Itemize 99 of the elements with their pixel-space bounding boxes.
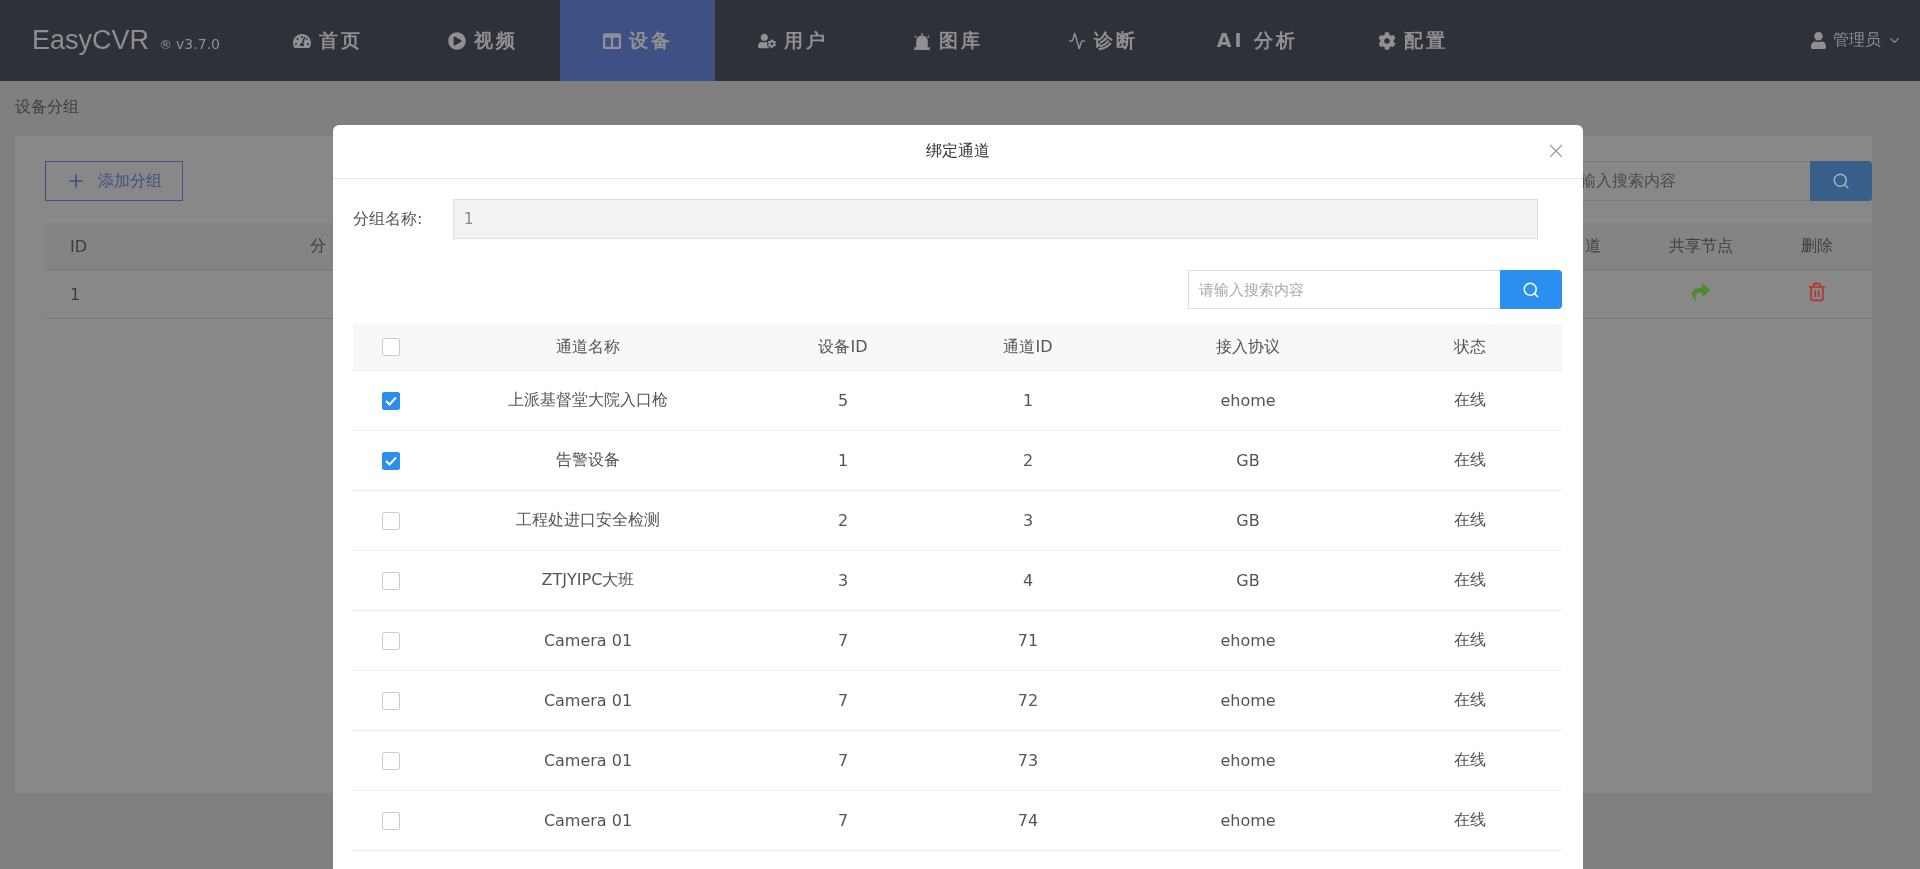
table-cell: 73 <box>1017 751 1039 770</box>
version-label: v3.7.0 <box>176 36 220 52</box>
nav-tab-label: 设备 <box>628 27 673 53</box>
table-cell: GB <box>1236 451 1260 470</box>
column-header: 通道ID <box>1003 336 1053 358</box>
table-cell: 在线 <box>1454 630 1486 651</box>
table-cell: 工程处进口安全检测 <box>516 510 660 531</box>
pulse-icon <box>1067 31 1086 50</box>
table-cell: 71 <box>1017 631 1039 650</box>
nav-tab-label: AI 分析 <box>1216 27 1299 53</box>
table-cell: Camera 01 <box>543 631 633 650</box>
table-cell: 4 <box>1022 571 1034 590</box>
logo: EasyCVR <box>32 25 150 56</box>
search-button[interactable] <box>1500 270 1562 309</box>
column-header: 分 <box>310 235 326 257</box>
table-cell: 7 <box>837 751 849 770</box>
search-button[interactable] <box>1810 161 1872 201</box>
table-cell: 在线 <box>1454 510 1486 531</box>
row-checkbox[interactable] <box>381 511 400 530</box>
table-cell: 在线 <box>1454 750 1486 771</box>
add-group-button[interactable]: 添加分组 <box>45 161 183 201</box>
row-checkbox[interactable] <box>381 691 400 710</box>
table-cell: ZTJYIPC大班 <box>541 570 635 591</box>
nav-tab[interactable]: 诊断 <box>1025 0 1180 81</box>
column-header: 道 <box>1584 235 1601 257</box>
search-field[interactable]: 请输入搜索内容 <box>1188 270 1500 309</box>
table-cell: 5 <box>837 391 849 410</box>
row-checkbox[interactable] <box>381 571 400 590</box>
table-cell: ehome <box>1220 751 1276 770</box>
nav-tab-label: 图库 <box>938 27 983 53</box>
alarm-light-icon <box>912 31 931 50</box>
table-cell: 74 <box>1017 811 1039 830</box>
user-menu[interactable]: 管理员 <box>1833 30 1881 51</box>
table-cell: 在线 <box>1454 570 1486 591</box>
table-cell: 告警设备 <box>556 450 620 471</box>
play-icon <box>447 31 466 50</box>
field-label: 分组名称: <box>353 208 424 230</box>
nav-tab[interactable]: AI 分析 <box>1180 0 1335 81</box>
nav-tab-label: 配置 <box>1403 27 1448 53</box>
user-gear-icon <box>757 31 776 50</box>
column-header: 共享节点 <box>1669 235 1733 257</box>
table-cell: GB <box>1236 571 1260 590</box>
search-icon <box>1832 172 1850 190</box>
table-cell: 1 <box>837 451 849 470</box>
row-checkbox[interactable] <box>381 451 400 470</box>
registered-mark: ® <box>159 37 173 52</box>
table-cell: GB <box>1236 511 1260 530</box>
table-cell: ehome <box>1220 391 1276 410</box>
nav-tab[interactable]: 用户 <box>715 0 870 81</box>
row-checkbox[interactable] <box>381 631 400 650</box>
column-header: 通道名称 <box>556 336 620 358</box>
trash-icon[interactable] <box>1807 282 1827 302</box>
table-cell: ehome <box>1220 811 1276 830</box>
table-cell: 在线 <box>1454 450 1486 471</box>
table-cell: 2 <box>1022 451 1034 470</box>
table-cell: 7 <box>837 691 849 710</box>
nav-tab[interactable]: 视频 <box>405 0 560 81</box>
row-checkbox[interactable] <box>381 811 400 830</box>
table-cell: ehome <box>1220 691 1276 710</box>
nav-tab[interactable]: 首页 <box>250 0 405 81</box>
table-cell: Camera 01 <box>543 691 633 710</box>
columns-icon <box>602 31 621 50</box>
dialog-title: 绑定通道 <box>926 141 990 162</box>
table-cell-text: 1 <box>69 284 81 304</box>
share-icon[interactable] <box>1692 283 1710 301</box>
column-header: 状态 <box>1454 336 1486 358</box>
table-cell: 3 <box>1022 511 1034 530</box>
breadcrumb: 设备分组 <box>15 97 79 116</box>
table-cell: 上派基督堂大院入口枪 <box>508 390 668 411</box>
table-cell: Camera 01 <box>543 751 633 770</box>
nav-tab[interactable]: 设备 <box>560 0 715 81</box>
column-header: 接入协议 <box>1216 336 1280 358</box>
table-cell: 1 <box>1022 391 1034 410</box>
nav-tab-label: 用户 <box>783 27 828 53</box>
nav-tab-label: 诊断 <box>1093 27 1138 53</box>
column-header: 删除 <box>1801 235 1833 257</box>
table-cell: 在线 <box>1454 810 1486 831</box>
column-header: ID <box>69 236 88 256</box>
nav-tab-label: 视频 <box>473 27 518 53</box>
table-cell: 在线 <box>1454 390 1486 411</box>
table-cell: ehome <box>1220 631 1276 650</box>
table-cell: 72 <box>1017 691 1039 710</box>
select-all-checkbox[interactable] <box>381 338 400 356</box>
table-cell: 7 <box>837 811 849 830</box>
table-cell: 3 <box>837 571 849 590</box>
table-cell: 7 <box>837 631 849 650</box>
nav-tab[interactable]: 图库 <box>870 0 1025 81</box>
nav-tab[interactable]: 配置 <box>1335 0 1490 81</box>
column-header: 设备ID <box>818 336 868 358</box>
dashboard-icon <box>292 31 311 50</box>
user-icon <box>1810 32 1827 49</box>
row-checkbox[interactable] <box>381 391 400 410</box>
gear-icon <box>1377 31 1396 50</box>
nav-tab-label: 首页 <box>318 27 363 53</box>
search-icon <box>1522 280 1540 299</box>
table-cell: Camera 01 <box>543 811 633 830</box>
row-checkbox[interactable] <box>381 751 400 770</box>
table-cell: 在线 <box>1454 690 1486 711</box>
table-cell: 2 <box>837 511 849 530</box>
